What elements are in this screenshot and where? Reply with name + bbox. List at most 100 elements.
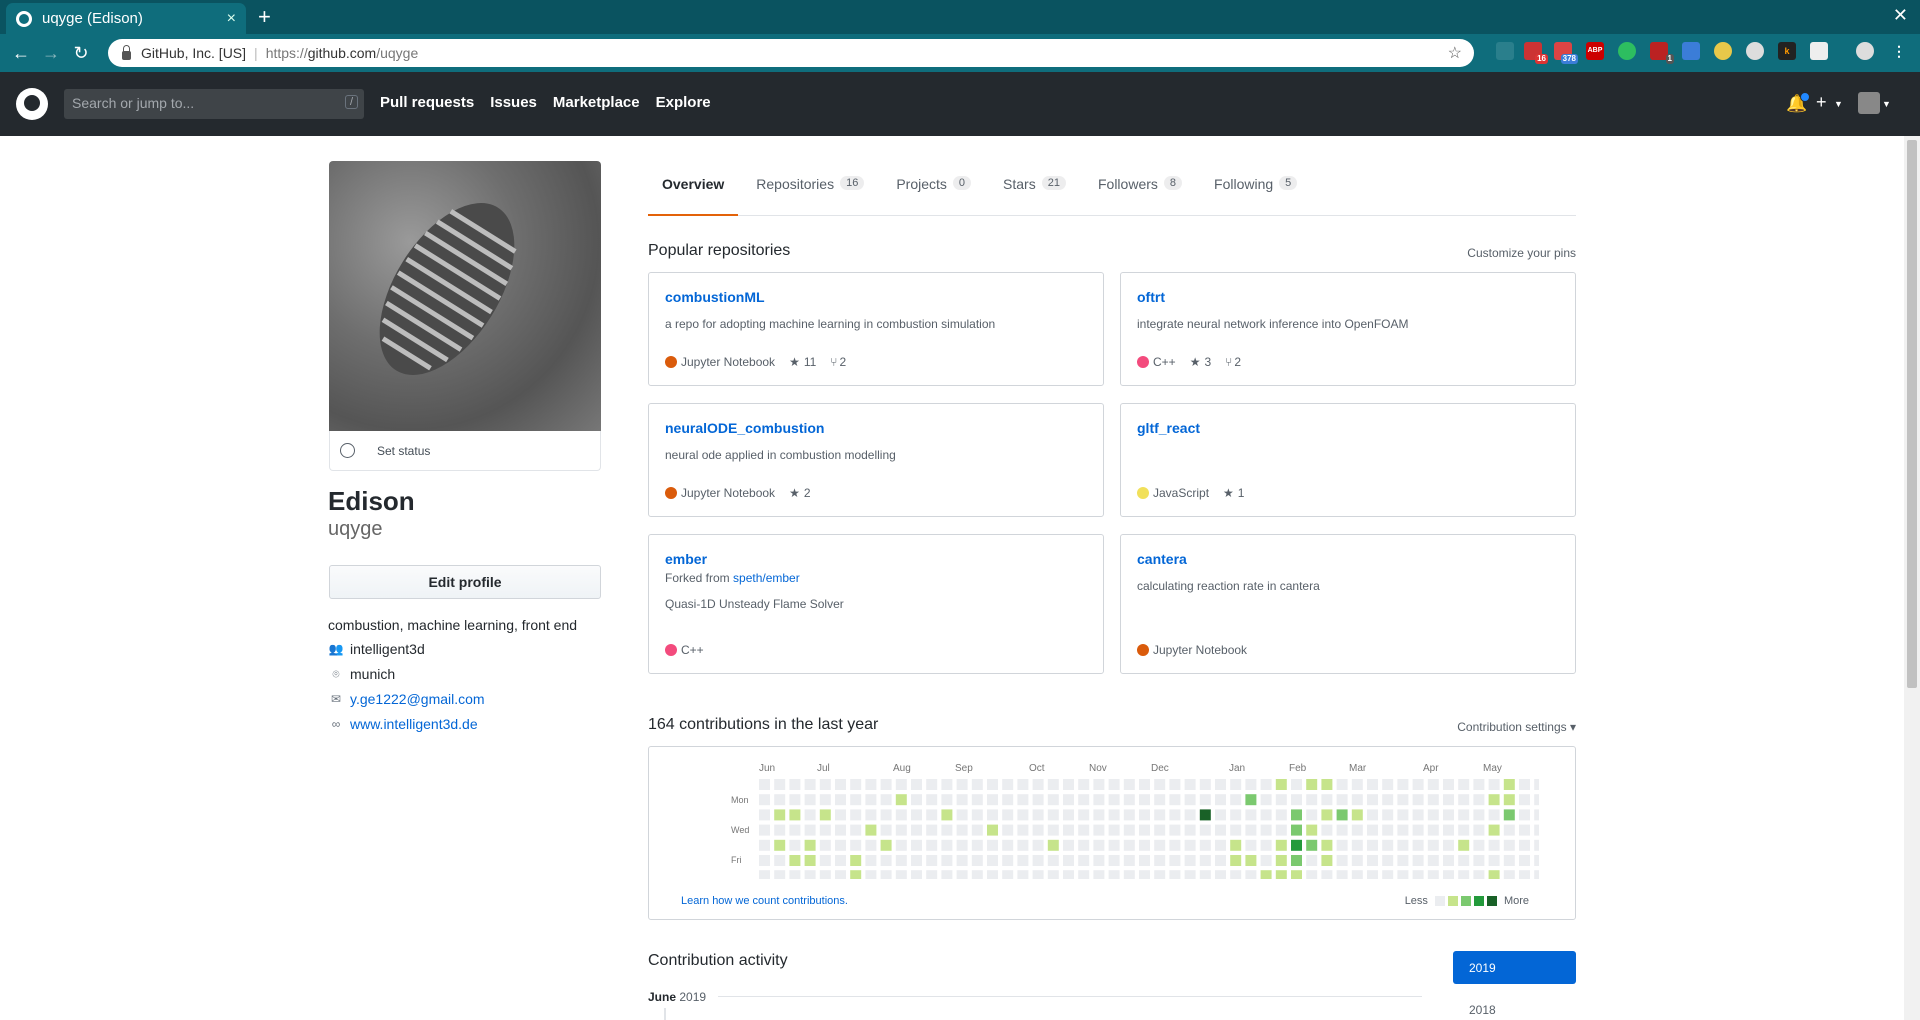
contribution-day[interactable] [1458, 870, 1470, 879]
contribution-day[interactable] [1503, 824, 1515, 836]
contribution-day[interactable] [1245, 824, 1257, 836]
contribution-day[interactable] [941, 855, 953, 866]
contribution-day[interactable] [1382, 855, 1394, 866]
contribution-day[interactable] [1351, 779, 1363, 790]
contribution-day[interactable] [1078, 824, 1090, 836]
contribution-day[interactable] [956, 794, 968, 806]
contribution-day[interactable] [1321, 839, 1333, 851]
contribution-day[interactable] [941, 779, 953, 790]
contribution-day[interactable] [1108, 855, 1120, 866]
contribution-day[interactable] [1139, 870, 1150, 879]
contribution-day[interactable] [1488, 824, 1500, 836]
contribution-day[interactable] [835, 779, 846, 790]
extension-recycle-icon[interactable] [1496, 42, 1514, 60]
profile-avatar-photo[interactable] [329, 161, 601, 431]
contribution-day[interactable] [865, 809, 877, 821]
page-scrollbar[interactable] [1904, 136, 1920, 1020]
contribution-day[interactable] [1032, 855, 1044, 866]
contribution-day[interactable] [1260, 855, 1272, 866]
contribution-day[interactable] [1154, 870, 1166, 879]
contribution-day[interactable] [1093, 870, 1105, 879]
mail-extension-icon[interactable]: 378 [1554, 42, 1578, 64]
contribution-day[interactable] [774, 794, 786, 806]
contribution-day[interactable] [1002, 824, 1014, 836]
contribution-day[interactable] [1534, 824, 1539, 836]
contribution-day[interactable] [1047, 870, 1059, 879]
contribution-day[interactable] [1139, 779, 1150, 790]
contribution-day[interactable] [1534, 855, 1539, 866]
contribution-day[interactable] [1123, 839, 1135, 851]
contribution-day[interactable] [941, 870, 953, 879]
contribution-day[interactable] [1397, 870, 1409, 879]
contribution-day[interactable] [1230, 870, 1242, 879]
contribution-day[interactable] [1336, 839, 1348, 851]
contribution-day[interactable] [1443, 839, 1454, 851]
contribution-day[interactable] [865, 839, 877, 851]
contribution-day[interactable] [971, 779, 983, 790]
contribution-day[interactable] [956, 839, 968, 851]
contribution-day[interactable] [1427, 870, 1439, 879]
speedometer-extension-icon[interactable] [1746, 42, 1764, 60]
contribution-day[interactable] [1017, 855, 1029, 866]
contribution-day[interactable] [759, 809, 770, 821]
contribution-day[interactable] [1473, 824, 1485, 836]
reload-icon[interactable]: ↻ [66, 43, 96, 64]
contribution-day[interactable] [1199, 794, 1211, 806]
repo-name-link[interactable]: oftrt [1137, 289, 1559, 305]
contribution-day[interactable] [1336, 779, 1348, 790]
contribution-day[interactable] [1017, 779, 1029, 790]
contribution-day[interactable] [1275, 794, 1287, 806]
contribution-day[interactable] [1443, 794, 1454, 806]
contribution-day[interactable] [1002, 855, 1014, 866]
k-extension-icon[interactable]: k [1778, 42, 1796, 60]
contribution-day[interactable] [911, 870, 922, 879]
contribution-day[interactable] [1367, 855, 1378, 866]
contribution-day[interactable] [1534, 839, 1539, 851]
repo-name-link[interactable]: neuralODE_combustion [665, 420, 1087, 436]
bookmark-star-icon[interactable]: ☆ [1448, 43, 1462, 63]
contribution-day[interactable] [895, 824, 907, 836]
contribution-day[interactable] [1184, 839, 1196, 851]
contribution-day[interactable] [1367, 779, 1378, 790]
contribution-day[interactable] [1002, 870, 1014, 879]
contribution-day[interactable] [789, 779, 801, 790]
contribution-day[interactable] [835, 824, 846, 836]
contribution-day[interactable] [819, 794, 831, 806]
contribution-day[interactable] [804, 839, 816, 851]
contribution-day[interactable] [1169, 870, 1181, 879]
tab-close-icon[interactable]: × [227, 10, 236, 28]
contribution-day[interactable] [1123, 794, 1135, 806]
contribution-day[interactable] [1169, 779, 1181, 790]
contribution-day[interactable] [835, 794, 846, 806]
contribution-day[interactable] [1427, 824, 1439, 836]
contribution-day[interactable] [819, 824, 831, 836]
contribution-day[interactable] [1245, 779, 1257, 790]
contribution-day[interactable] [1123, 855, 1135, 866]
repo-star-count[interactable]: 11 [804, 355, 816, 369]
contribution-day[interactable] [1427, 809, 1439, 821]
contribution-day[interactable] [1017, 794, 1029, 806]
contribution-day[interactable] [1230, 779, 1242, 790]
contribution-day[interactable] [1184, 779, 1196, 790]
repo-fork-count[interactable]: 2 [840, 355, 847, 369]
contribution-day[interactable] [971, 824, 983, 836]
contribution-day[interactable] [819, 839, 831, 851]
contribution-day[interactable] [1412, 809, 1424, 821]
contribution-day[interactable] [850, 809, 862, 821]
contribution-day[interactable] [1458, 824, 1470, 836]
contribution-day[interactable] [759, 839, 770, 851]
nav-explore[interactable]: Explore [656, 94, 711, 111]
contribution-day[interactable] [1230, 839, 1242, 851]
browser-tab[interactable]: uqyge (Edison) × [6, 3, 246, 34]
create-caret-down-icon[interactable]: ▼ [1834, 99, 1843, 109]
contribution-day[interactable] [1063, 809, 1074, 821]
window-close-button[interactable]: ✕ [1893, 5, 1908, 26]
contribution-day[interactable] [1002, 809, 1014, 821]
contribution-day[interactable] [1336, 870, 1348, 879]
contribution-day[interactable] [1503, 809, 1515, 821]
contribution-day[interactable] [1017, 870, 1029, 879]
contribution-day[interactable] [774, 870, 786, 879]
contribution-day[interactable] [759, 870, 770, 879]
contribution-day[interactable] [1306, 855, 1318, 866]
contribution-day[interactable] [1275, 839, 1287, 851]
